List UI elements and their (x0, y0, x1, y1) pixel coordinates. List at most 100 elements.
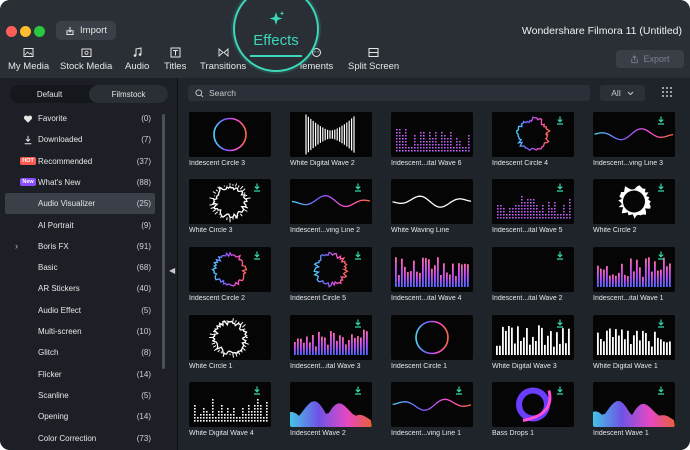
effect-thumbnail[interactable] (290, 247, 372, 292)
effect-card[interactable]: White Circle 3 (189, 179, 271, 234)
effect-card[interactable]: Iridescent Circle 4 (492, 112, 574, 167)
effect-thumbnail[interactable] (593, 382, 675, 427)
sidebar-item-audio-visualizer[interactable]: Audio Visualizer (25) (5, 193, 155, 215)
effect-thumbnail[interactable] (492, 179, 574, 224)
effect-thumbnail[interactable] (593, 179, 675, 224)
tab-titles[interactable]: Titles (164, 47, 186, 72)
sidebar-item-opening[interactable]: Opening (14) (5, 406, 155, 427)
effect-thumbnail[interactable] (593, 247, 675, 292)
effect-thumbnail[interactable] (391, 382, 473, 427)
download-icon[interactable] (657, 251, 665, 260)
effect-thumbnail[interactable] (391, 112, 473, 157)
effect-thumbnail[interactable] (189, 247, 271, 292)
effect-card[interactable]: Iridescent...ital Wave 6 (391, 112, 473, 167)
tab-split-screen[interactable]: Split Screen (348, 47, 399, 72)
effect-card[interactable]: Iridescent...ving Line 1 (391, 382, 473, 437)
download-icon[interactable] (354, 183, 362, 192)
minimize-window-button[interactable] (20, 26, 31, 37)
effect-thumbnail[interactable] (492, 112, 574, 157)
effect-card[interactable]: Iridescent...ital Wave 1 (593, 247, 675, 302)
effect-thumbnail[interactable] (189, 315, 271, 360)
effect-card[interactable]: Iridescent...ving Line 2 (290, 179, 372, 234)
effect-card[interactable]: Iridescent Circle 1 (391, 315, 473, 370)
download-icon[interactable] (556, 319, 564, 328)
sidebar-item-downloaded[interactable]: Downloaded (7) (5, 129, 155, 150)
effect-thumbnail[interactable] (189, 112, 271, 157)
effect-card[interactable]: Iridescent...ital Wave 2 (492, 247, 574, 302)
effect-card[interactable]: Iridescent Wave 2 (290, 382, 372, 437)
effect-card[interactable]: White Waving Line (391, 179, 473, 234)
sidebar-item-color-correction[interactable]: Color Correction (73) (5, 428, 155, 449)
download-icon[interactable] (556, 251, 564, 260)
effect-card[interactable]: Iridescent...ital Wave 3 (290, 315, 372, 370)
download-icon[interactable] (657, 386, 665, 395)
tab-audio[interactable]: Audio (125, 47, 149, 72)
effect-thumbnail[interactable] (290, 179, 372, 224)
effect-card[interactable]: Iridescent...ital Wave 4 (391, 247, 473, 302)
sidebar-item-what-s-new[interactable]: New What's New (88) (5, 172, 155, 193)
sidebar-item-ar-stickers[interactable]: AR Stickers (40) (5, 278, 155, 299)
sidebar-item-boris-fx[interactable]: › Boris FX (91) (5, 236, 155, 257)
effect-card[interactable]: Iridescent Circle 2 (189, 247, 271, 302)
segment-default[interactable]: Default (10, 85, 89, 103)
effect-card[interactable]: Iridescent...ital Wave 5 (492, 179, 574, 234)
effect-thumbnail[interactable] (492, 315, 574, 360)
effect-card[interactable]: White Circle 2 (593, 179, 675, 234)
effect-thumbnail[interactable] (189, 382, 271, 427)
effect-card[interactable]: White Digital Wave 2 (290, 112, 372, 167)
search-bar[interactable] (188, 85, 590, 101)
sidebar-item-glitch[interactable]: Glitch (8) (5, 342, 155, 363)
sidebar-item-scanline[interactable]: Scanline (5) (5, 385, 155, 406)
effect-card[interactable]: White Digital Wave 3 (492, 315, 574, 370)
effect-card[interactable]: Iridescent...ving Line 3 (593, 112, 675, 167)
effect-thumbnail[interactable] (492, 247, 574, 292)
tab-stock-media[interactable]: Stock Media (60, 47, 112, 72)
sidebar-item-flicker[interactable]: Flicker (14) (5, 364, 155, 385)
effect-thumbnail[interactable] (189, 179, 271, 224)
sidebar-item-basic[interactable]: Basic (68) (5, 257, 155, 278)
export-button[interactable]: Export (616, 50, 684, 68)
download-icon[interactable] (253, 251, 261, 260)
effect-thumbnail[interactable] (290, 112, 372, 157)
segment-filmstock[interactable]: Filmstock (89, 85, 168, 103)
sidebar-item-ai-portrait[interactable]: AI Portrait (9) (5, 215, 155, 236)
import-button[interactable]: Import (56, 21, 116, 40)
sidebar-item-favorite[interactable]: Favorite (0) (5, 108, 155, 129)
download-icon[interactable] (253, 386, 261, 395)
effect-card[interactable]: Iridescent Wave 1 (593, 382, 675, 437)
effect-thumbnail[interactable] (391, 315, 473, 360)
download-icon[interactable] (556, 183, 564, 192)
grid-view-icon[interactable] (661, 86, 673, 98)
tab-my-media[interactable]: My Media (8, 47, 49, 72)
sidebar-scrollbar[interactable] (162, 114, 165, 369)
collapse-sidebar-icon[interactable]: ◀ (169, 266, 175, 275)
download-icon[interactable] (354, 251, 362, 260)
effect-card[interactable]: White Circle 1 (189, 315, 271, 370)
download-icon[interactable] (657, 116, 665, 125)
effect-thumbnail[interactable] (593, 315, 675, 360)
download-icon[interactable] (556, 116, 564, 125)
download-icon[interactable] (657, 319, 665, 328)
effect-thumbnail[interactable] (391, 179, 473, 224)
download-icon[interactable] (354, 386, 362, 395)
sidebar-item-multi-screen[interactable]: Multi-screen (10) (5, 321, 155, 342)
sidebar-item-audio-effect[interactable]: Audio Effect (5) (5, 300, 155, 321)
effect-thumbnail[interactable] (593, 112, 675, 157)
close-window-button[interactable] (6, 26, 17, 37)
effect-thumbnail[interactable] (290, 315, 372, 360)
effect-thumbnail[interactable] (290, 382, 372, 427)
effect-thumbnail[interactable] (391, 247, 473, 292)
filter-dropdown[interactable]: All (600, 85, 645, 101)
maximize-window-button[interactable] (34, 26, 45, 37)
chevron-right-icon[interactable]: › (15, 241, 18, 251)
effect-card[interactable]: White Digital Wave 1 (593, 315, 675, 370)
effect-card[interactable]: Iridescent Circle 5 (290, 247, 372, 302)
effect-card[interactable]: Bass Drops 1 (492, 382, 574, 437)
download-icon[interactable] (556, 386, 564, 395)
effect-card[interactable]: Iridescent Circle 3 (189, 112, 271, 167)
search-input[interactable] (209, 88, 559, 98)
download-icon[interactable] (657, 183, 665, 192)
download-icon[interactable] (354, 319, 362, 328)
effect-thumbnail[interactable] (492, 382, 574, 427)
sidebar-item-recommended[interactable]: HOT Recommended (37) (5, 151, 155, 172)
